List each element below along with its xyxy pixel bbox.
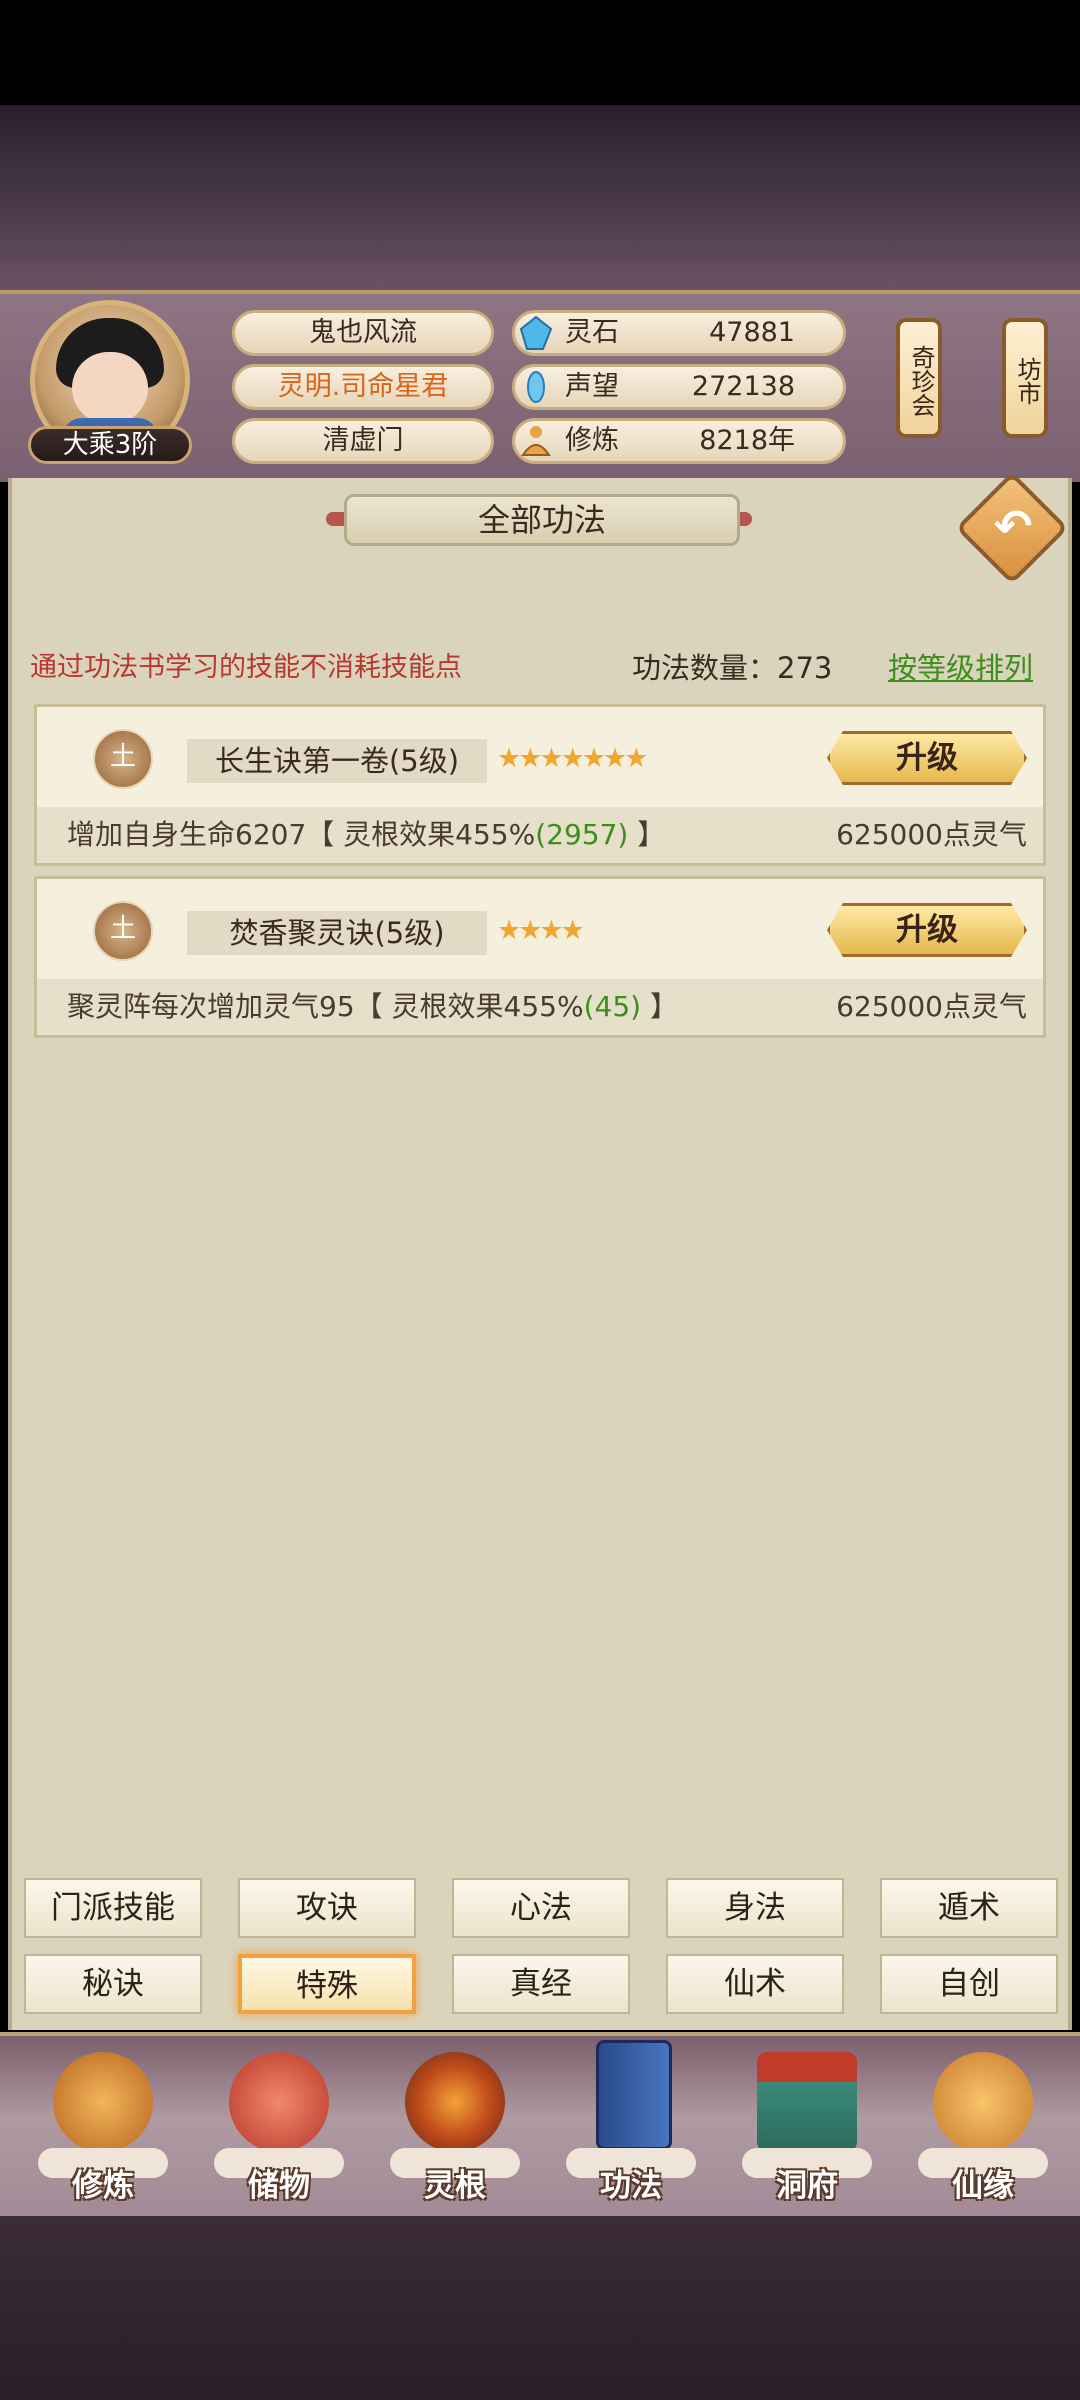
upgrade-button[interactable]: 升级 <box>827 731 1027 785</box>
rank-badge: 大乘3阶 <box>28 426 192 464</box>
tab-body[interactable]: 身法 <box>666 1878 844 1938</box>
player-name: 鬼也风流 <box>232 310 494 356</box>
skill-effect: 增加自身生命6207【 灵根效果455%(2957) 】 <box>67 813 665 857</box>
meditating-monk-icon <box>53 2052 153 2152</box>
nav-label: 洞府 <box>776 2168 838 2204</box>
skill-cost: 625000点灵气 <box>836 818 1027 851</box>
tab-custom[interactable]: 自创 <box>880 1954 1058 2014</box>
top-backdrop <box>0 105 1080 290</box>
nav-label: 灵根 <box>424 2168 486 2204</box>
player-sect: 清虚门 <box>232 418 494 464</box>
skill-count: 功法数量：273 <box>632 651 833 685</box>
upgrade-button[interactable]: 升级 <box>827 903 1027 957</box>
effect-suffix: 】 <box>641 990 678 1023</box>
skill-card: 土 焚香聚灵诀(5级) ★★★★ 升级 聚灵阵每次增加灵气95【 灵根效果455… <box>34 876 1046 1038</box>
spirit-stone-icon <box>519 315 553 350</box>
tab-special[interactable]: 特殊 <box>238 1954 416 2014</box>
tab-attack[interactable]: 攻诀 <box>238 1878 416 1938</box>
stat-cultivation: 修炼 8218年 <box>512 418 846 464</box>
nav-label: 储物 <box>248 2168 310 2204</box>
nav-label: 仙缘 <box>952 2168 1014 2204</box>
treasure-bag-icon <box>229 2052 329 2152</box>
tab-sect-skills[interactable]: 门派技能 <box>24 1878 202 1938</box>
stat-value: 47881 <box>709 317 795 348</box>
effect-bonus: (2957) <box>535 818 629 851</box>
nav-cultivate[interactable]: 修炼 <box>18 2040 188 2210</box>
effect-bonus: (45) <box>583 990 642 1023</box>
gourd-icon <box>933 2052 1033 2152</box>
pagoda-icon <box>757 2052 857 2152</box>
nav-skills[interactable]: 功法 <box>546 2040 716 2210</box>
tab-secret[interactable]: 秘诀 <box>24 1954 202 2014</box>
tab-escape[interactable]: 遁术 <box>880 1878 1058 1938</box>
nav-cave[interactable]: 洞府 <box>722 2040 892 2210</box>
nav-label: 功法 <box>600 2168 662 2204</box>
treasure-fair-button[interactable]: 奇珍会 <box>896 318 942 438</box>
avatar-face <box>72 352 148 424</box>
nav-spirit-root[interactable]: 灵根 <box>370 2040 540 2210</box>
cultivation-icon <box>521 426 551 456</box>
skill-cost: 625000点灵气 <box>836 990 1027 1023</box>
prestige-icon <box>527 371 545 403</box>
tab-scripture[interactable]: 真经 <box>452 1954 630 2014</box>
stat-value: 272138 <box>691 371 795 402</box>
effect-prefix: 增加自身生命6207【 灵根效果455% <box>67 818 536 851</box>
stat-label: 声望 <box>565 371 619 402</box>
player-title: 灵明.司命星君 <box>232 364 494 410</box>
nav-label: 修炼 <box>72 2168 134 2204</box>
skill-stars: ★★★★ <box>497 915 585 946</box>
nav-fate[interactable]: 仙缘 <box>898 2040 1068 2210</box>
scripture-book-icon <box>596 2040 672 2150</box>
bottom-backdrop <box>0 2216 1080 2400</box>
stat-prestige: 声望 272138 <box>512 364 846 410</box>
tab-immortal-arts[interactable]: 仙术 <box>666 1954 844 2014</box>
skill-card: 土 长生诀第一卷(5级) ★★★★★★★ 升级 增加自身生命6207【 灵根效果… <box>34 704 1046 866</box>
earth-element-icon: 土 <box>93 729 153 789</box>
stat-value: 8218年 <box>699 425 795 456</box>
panel-title: 全部功法 <box>344 494 740 546</box>
triskelion-icon <box>405 2052 505 2152</box>
market-button[interactable]: 坊市 <box>1002 318 1048 438</box>
notice-text: 通过功法书学习的技能不消耗技能点 <box>30 652 462 683</box>
stat-label: 灵石 <box>565 317 619 348</box>
nav-storage[interactable]: 储物 <box>194 2040 364 2210</box>
effect-suffix: 】 <box>628 818 666 851</box>
skill-name: 焚香聚灵诀(5级) <box>187 911 487 955</box>
sort-by-level-link[interactable]: 按等级排列 <box>888 650 1033 686</box>
skill-name: 长生诀第一卷(5级) <box>187 739 487 783</box>
tab-mind[interactable]: 心法 <box>452 1878 630 1938</box>
status-bar-area <box>0 0 1080 105</box>
earth-element-icon: 土 <box>93 901 153 961</box>
back-arrow-icon: ↶ <box>993 499 1033 553</box>
effect-prefix: 聚灵阵每次增加灵气95【 灵根效果455% <box>67 990 584 1023</box>
stat-label: 修炼 <box>565 425 619 456</box>
skill-effect: 聚灵阵每次增加灵气95【 灵根效果455%(45) 】 <box>67 985 678 1029</box>
stat-spirit-stone: 灵石 47881 <box>512 310 846 356</box>
skill-stars: ★★★★★★★ <box>497 743 648 774</box>
